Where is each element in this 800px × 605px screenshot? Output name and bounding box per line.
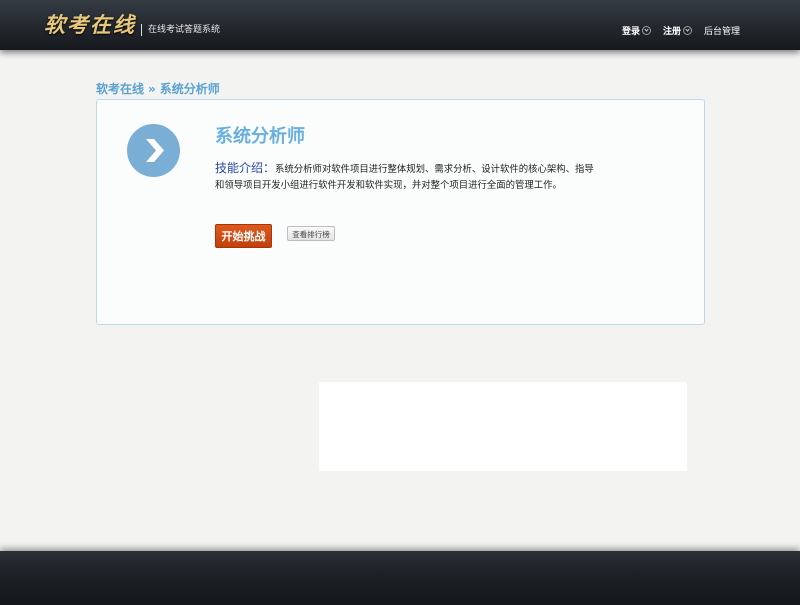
site-logo[interactable]: 软考在线 [44, 10, 136, 40]
header-nav: 登录 注册 后台管理 [610, 22, 740, 38]
login-menu[interactable]: 登录 [622, 24, 651, 37]
site-subtitle: 在线考试答题系统 [148, 25, 221, 35]
skill-title: 系统分析师 [215, 126, 305, 147]
breadcrumb-current[interactable]: 系统分析师 [160, 82, 220, 96]
register-menu[interactable]: 注册 [663, 24, 692, 37]
admin-label: 后台管理 [703, 26, 740, 37]
breadcrumb-home[interactable]: 软考在线 [96, 82, 144, 96]
logo-divider [141, 24, 142, 36]
admin-link[interactable]: 后台管理 [704, 24, 740, 37]
view-leaderboard-button[interactable]: 查看排行榜 [287, 226, 335, 241]
skill-description: 技能介绍：系统分析师对软件项目进行整体规划、需求分析、设计软件的核心架构、指导和… [215, 161, 601, 193]
top-header: 软考在线 在线考试答题系统 登录 注册 后台管理 [0, 0, 800, 50]
page-footer [0, 551, 800, 605]
content-panel [319, 382, 687, 471]
chevron-down-icon [682, 25, 692, 35]
chevron-right-icon [127, 124, 180, 177]
skill-card: 系统分析师 技能介绍：系统分析师对软件项目进行整体规划、需求分析、设计软件的核心… [96, 99, 705, 325]
breadcrumb: 软考在线 » 系统分析师 [96, 81, 220, 97]
register-label: 注册 [662, 26, 681, 37]
start-challenge-button[interactable]: 开始挑战 [215, 224, 272, 248]
login-label: 登录 [621, 26, 640, 37]
description-label: 技能介绍： [215, 161, 276, 175]
chevron-down-icon [641, 25, 651, 35]
breadcrumb-separator: » [148, 82, 156, 96]
